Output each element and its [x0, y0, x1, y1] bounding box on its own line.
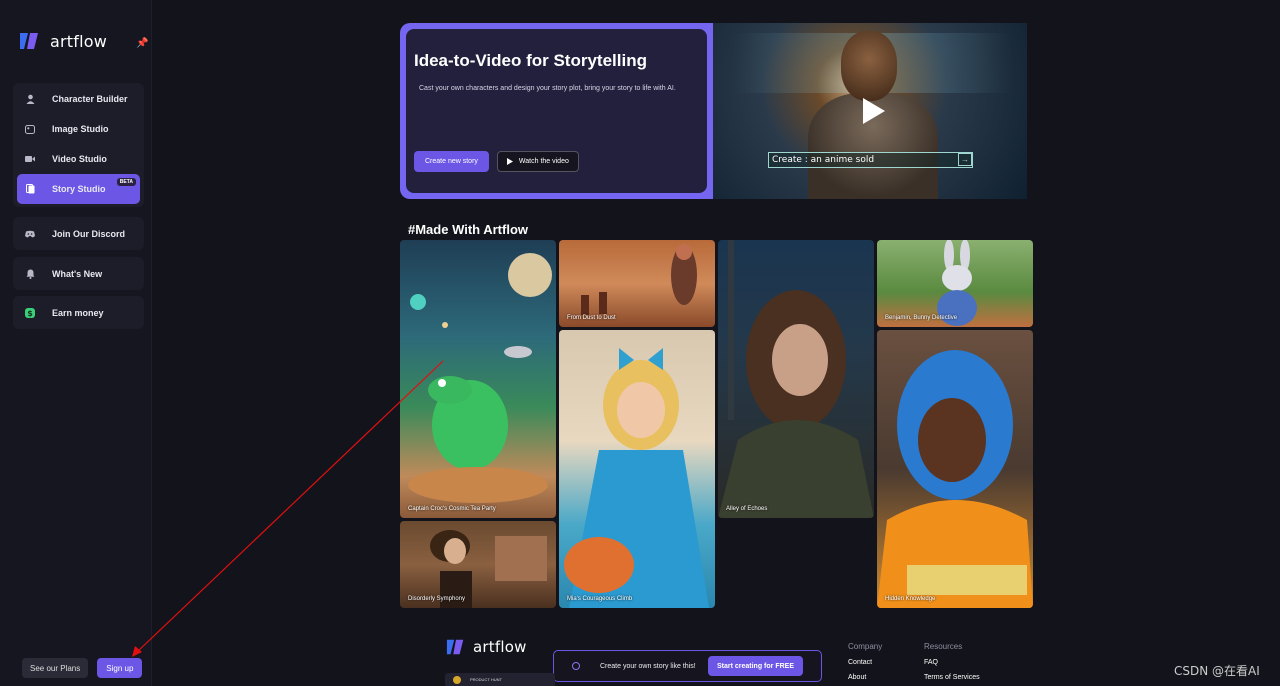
tile-caption: Captain Croc's Cosmic Tea Party — [408, 506, 496, 512]
gallery-tile-dust[interactable]: From Dust to Dust — [559, 240, 715, 327]
product-hunt-badge[interactable]: PRODUCT HUNT — [445, 673, 555, 686]
tile-caption: Mia's Courageous Climb — [567, 596, 633, 602]
tile-caption: Benjamin, Bunny Detective — [885, 315, 958, 321]
whats-new-group: What's New — [13, 257, 144, 290]
tile-caption: Alley of Echoes — [726, 506, 768, 512]
gallery-title: #Made With Artflow — [408, 222, 529, 237]
video-icon — [25, 154, 35, 164]
start-creating-button[interactable]: Start creating for FREE — [707, 656, 803, 676]
prompt-text-field: Create : an anime sold — [768, 152, 973, 168]
image-icon — [25, 124, 35, 134]
product-hunt-icon — [453, 676, 461, 684]
resources-heading: Resources — [924, 642, 963, 651]
footer-link-contact[interactable]: Contact — [848, 659, 882, 666]
nav-label: Video Studio — [52, 154, 107, 164]
bell-icon — [25, 269, 35, 279]
nav-video-studio[interactable]: Video Studio — [13, 144, 144, 174]
footer-logo-text: artflow — [473, 638, 527, 656]
sidebar-bottom-actions: See our Plans Sign up — [22, 658, 143, 678]
footer-link-about[interactable]: About — [848, 674, 882, 681]
nav-label: Character Builder — [52, 94, 128, 104]
create-new-story-button[interactable]: Create new story — [414, 151, 489, 172]
dollar-icon: $ — [25, 307, 35, 318]
user-icon — [25, 94, 35, 104]
tile-caption: Hidden Knowledge — [885, 596, 936, 602]
company-heading: Company — [848, 642, 883, 651]
discord-group: Join Our Discord — [13, 217, 144, 250]
hero-text-panel: Idea-to-Video for Storytelling Cast your… — [400, 23, 713, 199]
hero-title: Idea-to-Video for Storytelling — [414, 51, 647, 70]
watermark: CSDN @在看AI — [1174, 664, 1260, 678]
see-plans-button[interactable]: See our Plans — [22, 658, 89, 678]
footer-resources-column: Resources FAQ Terms of Services — [924, 642, 980, 686]
child-portrait — [877, 350, 1033, 608]
bunny-illustration — [937, 240, 977, 326]
sidebar: artflow 📌 Character Builder Image Studio… — [0, 0, 152, 686]
nav-label: Story Studio — [52, 184, 106, 194]
sign-up-button[interactable]: Sign up — [97, 658, 143, 678]
nav-label: Join Our Discord — [52, 228, 126, 239]
watch-video-label: Watch the video — [518, 158, 569, 165]
hero-actions: Create new story Watch the video — [414, 151, 579, 172]
earn-group: $ Earn money — [13, 296, 144, 329]
svg-text:$: $ — [27, 309, 33, 318]
hero-banner: Idea-to-Video for Storytelling Cast your… — [400, 23, 1027, 199]
cta-text: Create your own story like this! — [600, 662, 696, 670]
play-icon — [506, 158, 513, 165]
tile-caption: From Dust to Dust — [567, 315, 616, 321]
composer-illustration — [430, 530, 547, 608]
nav-discord[interactable]: Join Our Discord — [13, 217, 144, 250]
nav-label: Image Studio — [52, 124, 109, 134]
gallery-tile-captain-croc[interactable]: Captain Croc's Cosmic Tea Party — [400, 240, 556, 518]
nav-label: What's New — [52, 268, 103, 279]
gallery-tile-hidden-knowledge[interactable]: Hidden Knowledge — [877, 330, 1033, 608]
logo-text: artflow — [50, 31, 108, 51]
gallery-tile-mia[interactable]: Mia's Courageous Climb — [559, 330, 715, 608]
beta-badge: BETA — [116, 178, 136, 186]
footer-cta: Create your own story like this! Start c… — [553, 650, 822, 682]
logo[interactable]: artflow — [18, 30, 107, 52]
book-icon — [25, 184, 35, 194]
hero-inner: Idea-to-Video for Storytelling Cast your… — [406, 29, 707, 193]
discord-icon — [25, 229, 35, 239]
sparkle-icon — [572, 662, 580, 670]
product-hunt-label: PRODUCT HUNT — [470, 677, 502, 682]
tile-caption: Disorderly Symphony — [408, 596, 466, 602]
nav-image-studio[interactable]: Image Studio — [13, 114, 144, 144]
woman-portrait — [718, 240, 874, 518]
nav-label: Earn money — [52, 307, 104, 318]
gallery-tile-symphony[interactable]: Disorderly Symphony — [400, 521, 556, 608]
nav-story-studio[interactable]: Story Studio BETA — [17, 174, 140, 204]
gallery-tile-benjamin[interactable]: Benjamin, Bunny Detective — [877, 240, 1033, 327]
artflow-logo-icon — [18, 30, 42, 52]
watch-video-button[interactable]: Watch the video — [496, 151, 579, 172]
gallery-tile-alley[interactable]: Alley of Echoes — [718, 240, 874, 518]
play-video-icon[interactable] — [863, 98, 885, 124]
footer-link-faq[interactable]: FAQ — [924, 659, 980, 666]
girl-illustration — [564, 348, 709, 608]
warrior-figure-head — [841, 31, 897, 101]
footer-link-terms[interactable]: Terms of Services — [924, 674, 980, 681]
artflow-logo-icon — [446, 639, 464, 655]
pin-icon[interactable]: 📌 — [136, 38, 148, 49]
footer-company-column: Company Contact About — [848, 642, 882, 686]
footer-logo[interactable]: artflow — [445, 637, 527, 657]
nav-whats-new[interactable]: What's New — [13, 257, 144, 290]
hero-video-preview[interactable]: Create : an anime sold → — [713, 23, 1027, 199]
hero-subtitle: Cast your own characters and design your… — [419, 85, 676, 92]
astronauts-illustration — [581, 244, 697, 315]
nav-character-builder[interactable]: Character Builder — [13, 84, 144, 114]
arrow-right-icon: → — [958, 153, 972, 166]
studio-nav: Character Builder Image Studio Video Stu… — [13, 83, 144, 207]
croc-illustration — [408, 253, 552, 503]
nav-earn-money[interactable]: $ Earn money — [13, 296, 144, 329]
